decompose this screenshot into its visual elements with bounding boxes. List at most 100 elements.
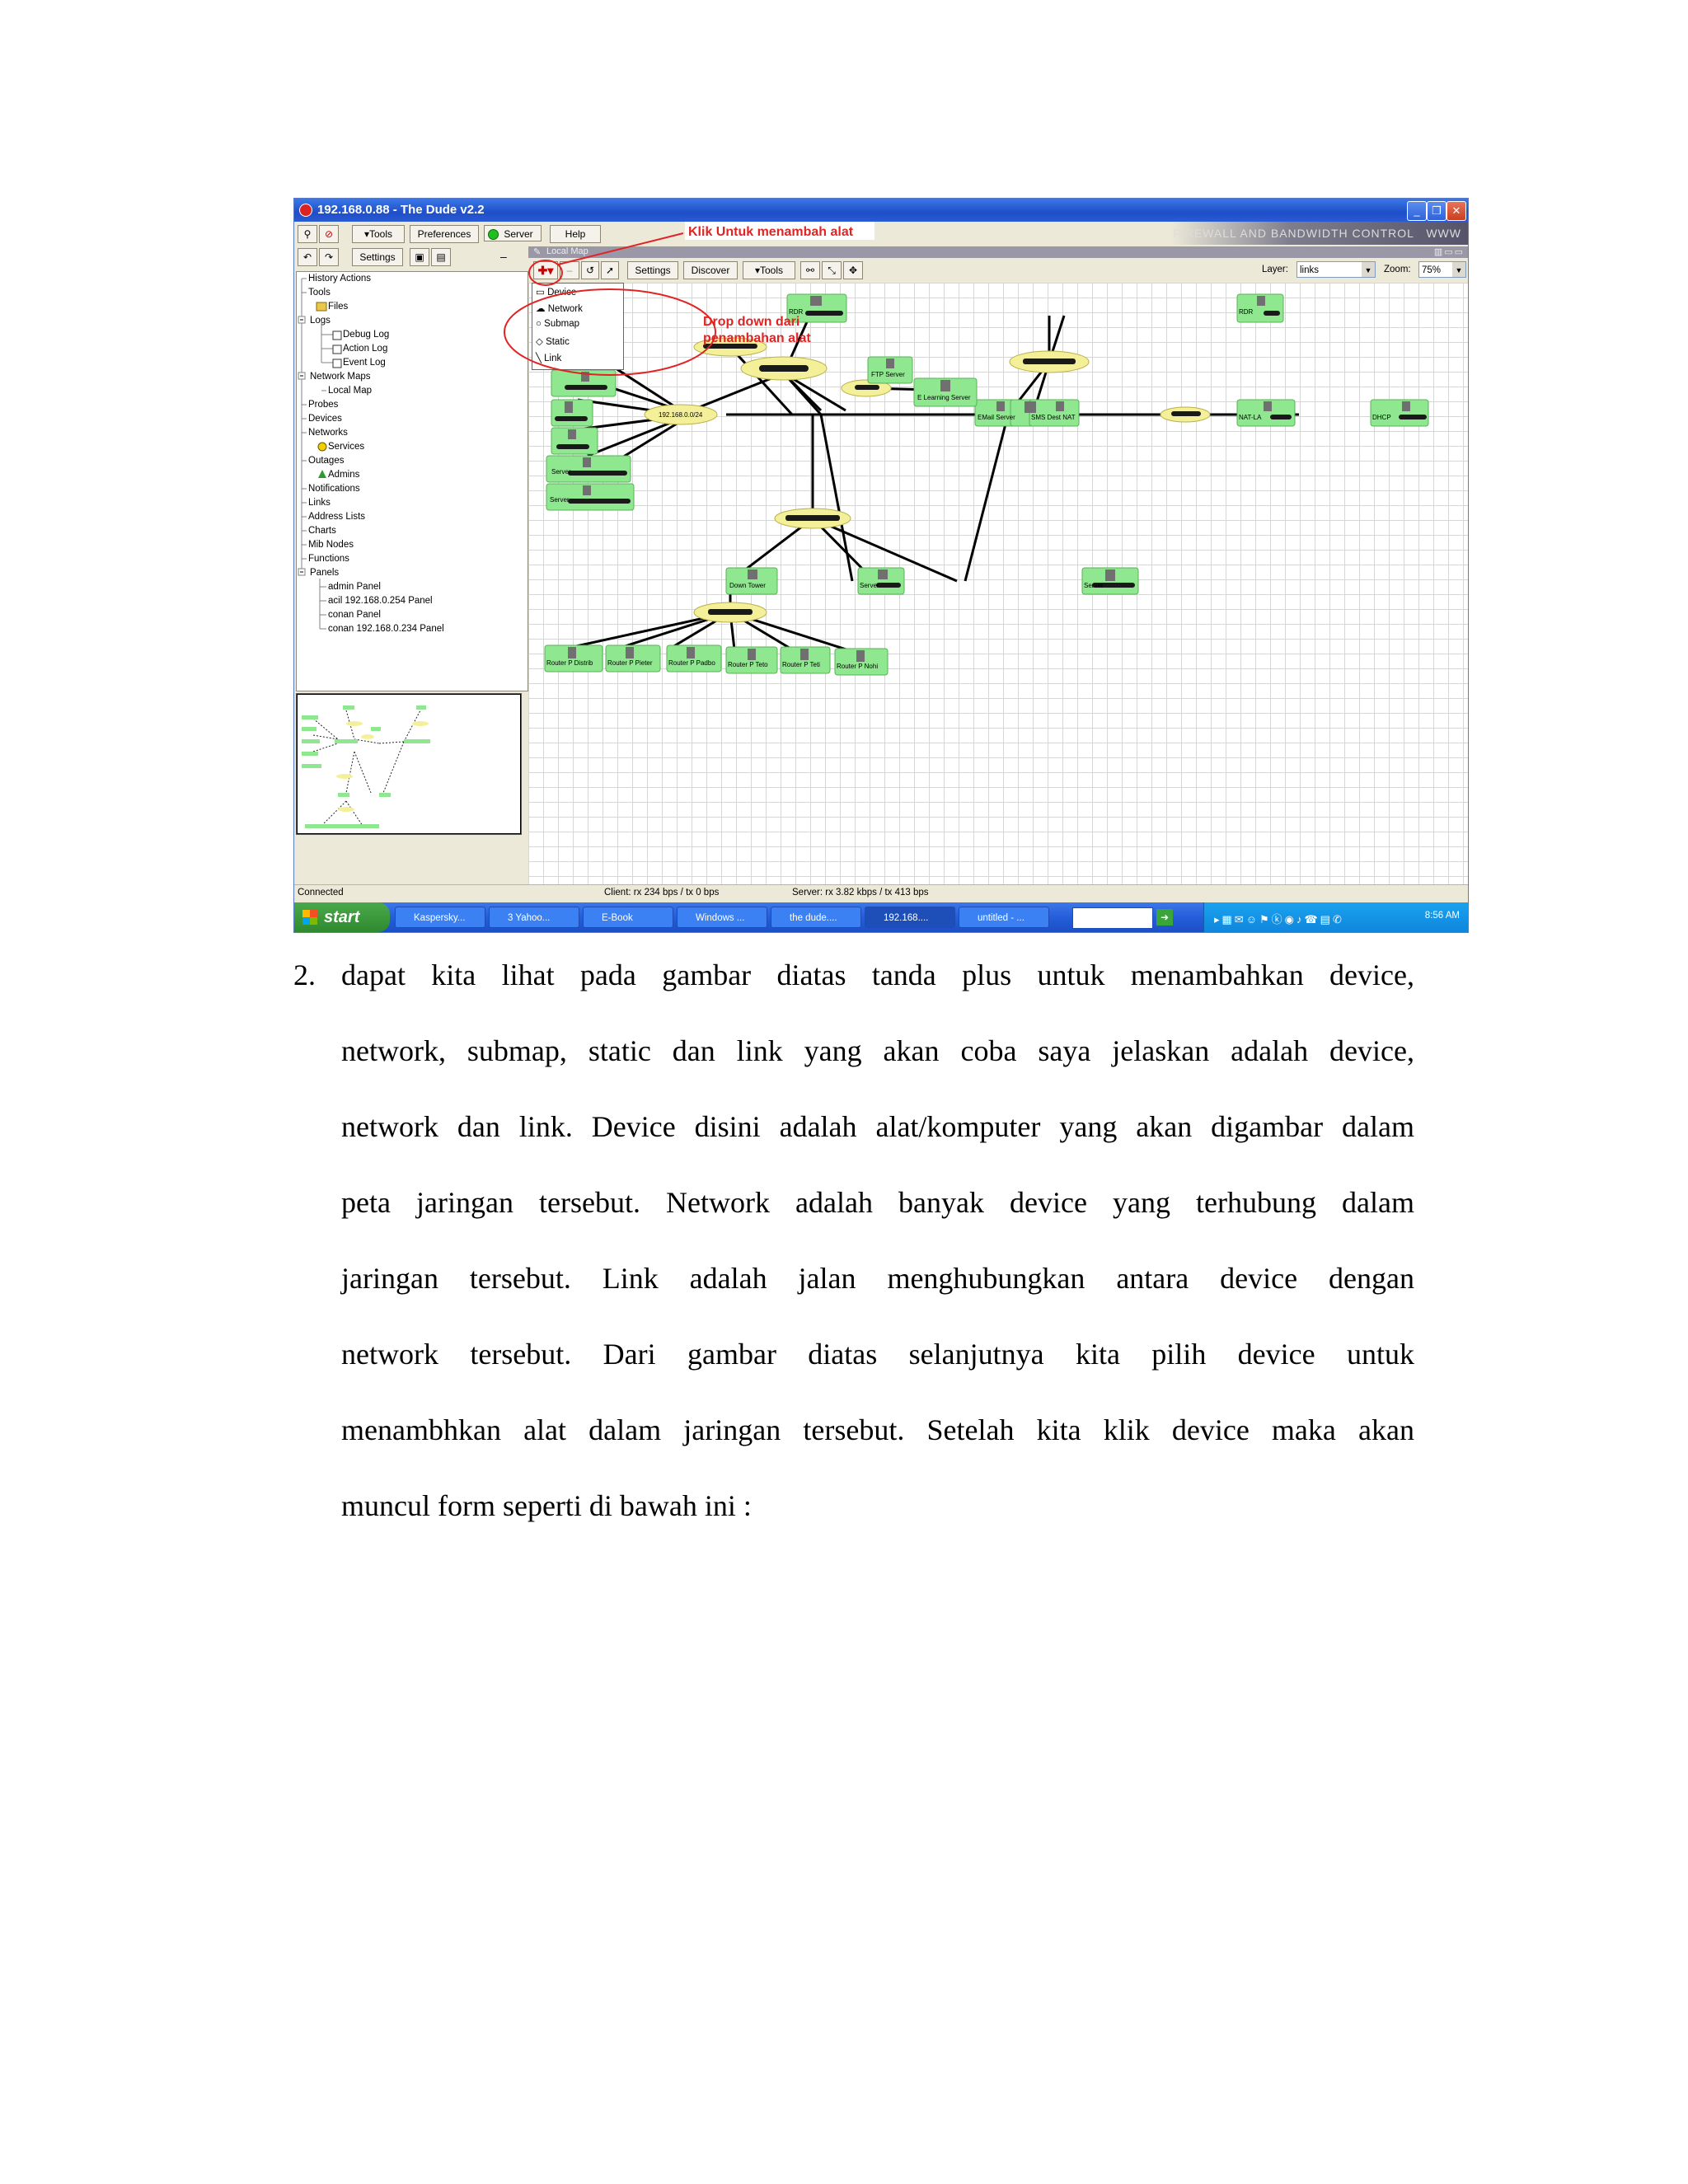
paragraph-line: jaringan tersebut. Link adalah jalan men…: [341, 1262, 1414, 1295]
static-icon: ◇: [536, 337, 543, 347]
paragraph-line: dapat kita lihat pada gambar diatas tand…: [341, 958, 1414, 991]
minimap-graph: [297, 694, 521, 834]
zoom-label: Zoom:: [1384, 265, 1411, 274]
start-button[interactable]: start: [294, 902, 390, 932]
map-settings-button[interactable]: Settings: [627, 261, 678, 279]
node-label: Server: [1084, 582, 1104, 589]
node-label: Server: [860, 582, 879, 589]
paragraph-line: network tersebut. Dari gambar diatas sel…: [341, 1338, 1414, 1371]
status-bar: Connected Client: rx 234 bps / tx 0 bps …: [294, 884, 1468, 903]
admins-icon: [318, 470, 326, 478]
map-tab-label: Local Map: [546, 246, 588, 256]
link-icon: ╲: [536, 354, 542, 363]
map-tools-button[interactable]: ▾Tools: [743, 261, 795, 279]
layer-label: Layer:: [1262, 265, 1288, 274]
fit-icon[interactable]: ⤡: [822, 261, 842, 279]
left-settings-button[interactable]: Settings: [352, 248, 403, 266]
taskbar-item[interactable]: untitled - ...: [959, 907, 1049, 928]
network-map-graph: Server Server Server 192.168.0.0/24 EMai…: [544, 293, 1429, 676]
folder-icon: [316, 302, 327, 312]
binoculars-icon[interactable]: ⚯: [800, 261, 820, 279]
go-arrow-icon[interactable]: ➜: [1156, 909, 1173, 926]
node-label: Router P Nohi: [837, 663, 878, 670]
node-label: Down Tower: [729, 582, 766, 589]
chevron-down-icon: ▼: [1452, 262, 1465, 277]
node-label: RDR: [789, 308, 804, 316]
log-icon: [332, 330, 342, 340]
pointer-icon[interactable]: ➚: [601, 261, 619, 279]
taskbar-item[interactable]: Kaspersky...: [395, 907, 485, 928]
close-icon[interactable]: ✕: [1447, 201, 1466, 221]
server-button-label: Server: [504, 228, 533, 240]
preferences-button[interactable]: Preferences: [410, 225, 479, 243]
nero-search-box[interactable]: [1072, 907, 1153, 929]
taskbar-item-active[interactable]: 192.168....: [865, 907, 955, 928]
windows-taskbar: start Kaspersky... 3 Yahoo... E-Book Win…: [294, 902, 1468, 932]
map-tab[interactable]: ✎ Local Map ▥▭▭: [528, 246, 1468, 258]
collapse-icon[interactable]: –: [500, 250, 507, 263]
taskbar-item[interactable]: Windows ...: [677, 907, 767, 928]
remove-icon[interactable]: –: [560, 261, 579, 279]
clock: 8:56 AM: [1424, 911, 1460, 921]
taskbar-item[interactable]: the dude....: [771, 907, 861, 928]
map-tab-controls-icon[interactable]: ▥▭▭: [1434, 246, 1465, 257]
chevron-down-icon: ▼: [1362, 262, 1375, 277]
add-dropdown-menu: ▭ Device ☁ Network ○ Submap ◇ Static ╲ L…: [532, 283, 624, 370]
node-label: Router P Teti: [782, 661, 820, 668]
minimap[interactable]: [296, 693, 522, 835]
network-map-canvas[interactable]: Server Server Server 192.168.0.0/24 EMai…: [528, 283, 1468, 884]
tray-icons[interactable]: ▸▦✉☺⚑ⓚ◉♪☎▤✆: [1214, 911, 1344, 926]
node-label: Server: [550, 496, 570, 504]
layer-value: links: [1300, 265, 1320, 275]
disconnect-icon[interactable]: ⊘: [319, 225, 339, 243]
start-label: start: [324, 908, 360, 926]
map-links: [560, 308, 1299, 654]
zoom-value: 75%: [1422, 265, 1442, 275]
dropdown-item-submap[interactable]: ○ Submap: [536, 319, 579, 329]
dropdown-item-link[interactable]: ╲ Link: [536, 352, 561, 363]
brand-text: FIREWALL AND BANDWIDTH CONTROL: [1173, 227, 1414, 240]
help-button[interactable]: Help: [550, 225, 601, 243]
lock-icon[interactable]: ⚲: [298, 225, 317, 243]
add-plus-icon[interactable]: ✚▾: [533, 261, 558, 279]
the-dude-screenshot: 192.168.0.88 - The Dude v2.2 _ ❐ ✕ ⚲ ⊘ ▾…: [293, 198, 1469, 933]
tools-menu-button[interactable]: ▾Tools: [352, 225, 405, 243]
dropdown-item-static[interactable]: ◇ Static: [536, 335, 570, 347]
node-label: Router P Teto: [728, 661, 768, 668]
zoom-select[interactable]: 75% ▼: [1418, 261, 1466, 278]
import-icon[interactable]: ▤: [431, 248, 451, 266]
node-label: DHCP: [1372, 414, 1391, 421]
map-pane: ✎ Local Map ▥▭▭ ✚▾ – ↺ ➚ Settings Discov…: [528, 245, 1468, 884]
lasso-icon[interactable]: ↺: [581, 261, 599, 279]
back-icon[interactable]: ↶: [298, 248, 317, 266]
node-label: Router P Distrib: [546, 659, 593, 667]
left-toolbar: ↶ ↷ Settings ▣ ▤ –: [294, 245, 528, 269]
minimize-icon[interactable]: _: [1407, 201, 1427, 221]
node-label: Router P Pieter: [607, 659, 653, 667]
window-titlebar[interactable]: 192.168.0.88 - The Dude v2.2 _ ❐ ✕: [294, 199, 1468, 222]
dropdown-item-device[interactable]: ▭ Device: [536, 286, 576, 298]
server-button[interactable]: Server: [484, 225, 542, 241]
system-tray: ▸▦✉☺⚑ⓚ◉♪☎▤✆ 8:56 AM: [1203, 902, 1468, 932]
taskbar-item[interactable]: 3 Yahoo...: [489, 907, 579, 928]
dropdown-item-network[interactable]: ☁ Network: [536, 302, 583, 314]
discover-button[interactable]: Discover: [683, 261, 738, 279]
arrange-icon[interactable]: ✥: [843, 261, 863, 279]
node-label: NAT-LA: [1239, 414, 1262, 421]
node-label: EMail Server: [978, 414, 1015, 421]
brand-banner: FIREWALL AND BANDWIDTH CONTROL WWW: [1171, 222, 1468, 245]
export-icon[interactable]: ▣: [410, 248, 429, 266]
device-icons: [565, 296, 1410, 662]
window-title: 192.168.0.88 - The Dude v2.2: [317, 203, 485, 217]
forward-icon[interactable]: ↷: [319, 248, 339, 266]
layer-select[interactable]: links ▼: [1296, 261, 1376, 278]
restore-icon[interactable]: ❐: [1427, 201, 1447, 221]
map-tab-icon: ✎: [533, 247, 542, 257]
taskbar-item[interactable]: E-Book: [583, 907, 673, 928]
node-label: Router P Padbo: [668, 659, 715, 667]
brand-suffix: WWW: [1426, 227, 1461, 240]
node-label: FTP Server: [871, 371, 905, 378]
submap-icon: ○: [536, 319, 542, 329]
left-pane: ↶ ↷ Settings ▣ ▤ – History Actions Tools…: [294, 245, 528, 884]
device-icon: ▭: [536, 288, 545, 298]
